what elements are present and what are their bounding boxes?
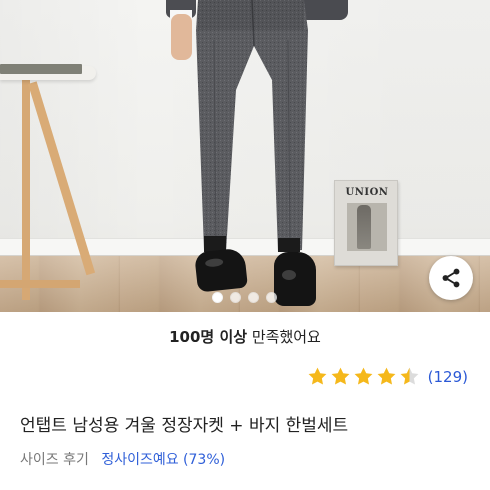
- shoe: [274, 252, 316, 306]
- carousel-dot[interactable]: [248, 292, 259, 303]
- satisfaction-text: 만족했어요: [251, 328, 321, 346]
- rating[interactable]: (129): [307, 366, 468, 387]
- table-rail: [0, 280, 80, 288]
- carousel-dot[interactable]: [266, 292, 277, 303]
- review-count-link[interactable]: (129): [428, 368, 468, 386]
- star-icon: [377, 367, 396, 385]
- satisfaction-count: 100명 이상: [169, 328, 248, 346]
- share-icon: [442, 268, 460, 288]
- size-review-value[interactable]: 정사이즈예요 (73%): [101, 452, 225, 468]
- star-rating: [307, 366, 420, 387]
- magazine-title: UNION: [345, 187, 389, 198]
- carousel-dot[interactable]: [230, 292, 241, 303]
- carousel-dot[interactable]: [212, 292, 223, 303]
- share-button[interactable]: [429, 256, 473, 300]
- star-icon: [354, 367, 373, 385]
- star-icon: [331, 367, 350, 385]
- table-leg: [22, 80, 30, 300]
- star-icon: [400, 367, 419, 385]
- trousers: [196, 0, 308, 252]
- hand: [171, 14, 192, 60]
- product-image[interactable]: UNION: [0, 0, 490, 312]
- star-icon: [308, 367, 327, 385]
- carousel-indicator: [212, 292, 277, 303]
- satisfaction-summary: 100명 이상 만족했어요: [0, 326, 490, 347]
- book: [0, 64, 82, 74]
- product-title: 언탭트 남성용 겨울 정장자켓 + 바지 한벌세트: [20, 416, 349, 436]
- size-review[interactable]: 사이즈 후기 정사이즈예요 (73%): [20, 449, 225, 469]
- magazine: UNION: [334, 180, 398, 266]
- size-review-label: 사이즈 후기: [20, 452, 89, 468]
- shoe: [194, 247, 248, 293]
